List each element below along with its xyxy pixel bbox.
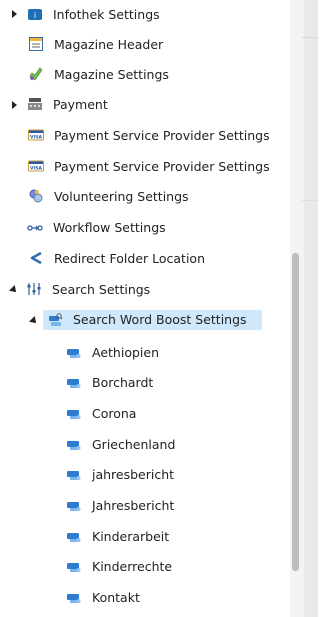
visa-card-icon: VISA bbox=[28, 127, 44, 143]
magazine-settings-icon bbox=[28, 66, 44, 82]
payment-icon bbox=[27, 96, 43, 112]
tree-item-label: Magazine Header bbox=[54, 37, 164, 52]
search-word-icon bbox=[66, 467, 82, 483]
search-word-icon bbox=[66, 529, 82, 545]
search-word-icon bbox=[66, 559, 82, 575]
expand-arrow-icon[interactable] bbox=[12, 101, 17, 109]
visa-card-icon: VISA bbox=[28, 158, 44, 174]
svg-text:VISA: VISA bbox=[30, 166, 42, 172]
search-word-icon bbox=[66, 406, 82, 422]
infothek-icon: i bbox=[27, 6, 43, 22]
tree-item-label: Infothek Settings bbox=[53, 7, 160, 22]
collapse-arrow-icon[interactable] bbox=[9, 285, 19, 295]
volunteering-icon bbox=[28, 188, 44, 204]
tree-item-label: Magazine Settings bbox=[54, 67, 169, 82]
redirect-icon bbox=[28, 250, 44, 266]
tree-item-label: Borchardt bbox=[92, 375, 154, 390]
workflow-icon bbox=[27, 219, 43, 235]
divider bbox=[302, 200, 318, 201]
tree-scrollbar-thumb[interactable] bbox=[292, 253, 299, 571]
divider bbox=[302, 37, 318, 38]
search-word-boost-icon bbox=[47, 312, 63, 328]
tree-item-label: Payment Service Provider Settings bbox=[54, 128, 270, 143]
svg-text:i: i bbox=[34, 11, 36, 20]
tree-item-label: Corona bbox=[92, 406, 137, 421]
tree-item-label: Kinderarbeit bbox=[92, 529, 170, 544]
tree-item-label: Kontakt bbox=[92, 590, 140, 605]
tree-item-label: Workflow Settings bbox=[53, 220, 166, 235]
tree-item-label: Volunteering Settings bbox=[54, 189, 189, 204]
search-word-icon bbox=[66, 498, 82, 514]
tree-item-label: Kinderrechte bbox=[92, 559, 173, 574]
tree-item-label: Payment Service Provider Settings bbox=[54, 159, 270, 174]
search-word-icon bbox=[66, 437, 82, 453]
search-word-icon bbox=[66, 345, 82, 361]
collapse-arrow-icon[interactable] bbox=[29, 316, 39, 326]
tree-item-label: Jahresbericht bbox=[92, 498, 175, 513]
tree-item-label: jahresbericht bbox=[92, 467, 175, 482]
tree-item-label: Redirect Folder Location bbox=[54, 251, 205, 266]
tree-item-label: Search Settings bbox=[52, 282, 151, 297]
expand-arrow-icon[interactable] bbox=[12, 10, 17, 18]
tree-item-label: Griechenland bbox=[92, 437, 176, 452]
search-settings-icon bbox=[26, 281, 42, 297]
magazine-header-icon bbox=[28, 36, 44, 52]
content-pane-background bbox=[304, 0, 318, 617]
search-word-icon bbox=[66, 375, 82, 391]
tree-item-label: Aethiopien bbox=[92, 345, 159, 360]
tree-item-label: Search Word Boost Settings bbox=[73, 312, 247, 327]
svg-text:VISA: VISA bbox=[30, 135, 42, 141]
tree-item-label: Payment bbox=[53, 97, 108, 112]
search-word-icon bbox=[66, 590, 82, 606]
content-tree: i Infothek Settings Magazine Header Maga… bbox=[0, 0, 290, 617]
